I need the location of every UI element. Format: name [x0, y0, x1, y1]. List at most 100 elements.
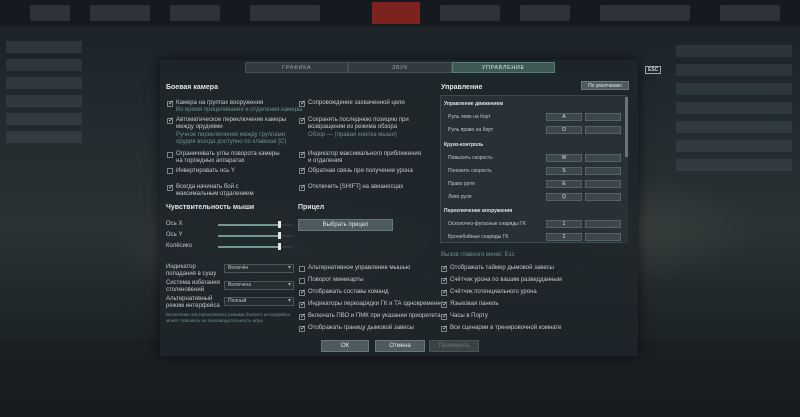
select-crosshair-button[interactable]: Выбрать прицел [298, 219, 393, 231]
camera-header: Боевая камера [166, 84, 218, 91]
group-weapons-title: Переключение вооружения [444, 208, 513, 214]
checkbox-training-scenarios[interactable] [441, 324, 448, 332]
tab-graphics[interactable]: ГРАФИКА [245, 62, 349, 73]
ok-button[interactable]: ОК [321, 340, 369, 352]
label-reload-indicators: Индикаторы перезарядки ГК и ТА одновреме… [308, 301, 444, 307]
bind-key-right-rudder[interactable]: D [546, 126, 582, 134]
label-smoke-timer: Отображать таймер дымовой завесы [450, 265, 554, 271]
checkbox-camera-weapon-groups[interactable] [167, 99, 174, 107]
main-menu-key-label: Вызов главного меню: Esc [441, 252, 515, 258]
bind-key-speed-down[interactable]: S [546, 167, 582, 175]
bind-key-he-shells[interactable]: 1 [546, 220, 582, 228]
dropdown-label-collision: Система избегания столкновений [166, 280, 220, 293]
checkbox-team-lists[interactable] [299, 288, 306, 296]
checkbox-track-target[interactable] [299, 99, 306, 107]
label-smoke-border: Отображать границу дымовой завесы [308, 325, 414, 331]
bind-key-ap-shells-alt[interactable] [585, 233, 621, 241]
label-minimap-rotation: Поворот миникарты [308, 277, 364, 283]
checkbox-port-clock[interactable] [441, 312, 448, 320]
bind-key-right-rudder-alt[interactable] [585, 126, 621, 134]
crosshair-header: Прицел [298, 204, 325, 211]
bind-label-starboard: Право руля [448, 181, 475, 187]
cancel-button[interactable]: Отмена [375, 340, 425, 352]
bind-key-speed-down-alt[interactable] [585, 167, 621, 175]
checkbox-minimap-rotation[interactable] [299, 278, 305, 284]
bind-key-speed-up[interactable]: W [546, 154, 582, 162]
controls-header: Управление [441, 84, 483, 91]
label-camera-weapon-groups: Камера на группах вооружения [176, 100, 264, 106]
label-max-zoom-start: Всегда начинать бой с максимальным отдал… [176, 184, 254, 197]
tab-sound[interactable]: ЗВУК [348, 62, 452, 73]
dropdown-collision[interactable]: Включена [224, 281, 294, 290]
sub-save-camera-position: Обзор — (правая кнопка мыши) [308, 132, 397, 138]
checkbox-potential-damage[interactable] [441, 288, 448, 296]
slider-y-handle[interactable] [278, 232, 281, 239]
label-disable-shift-carriers: Отключить [SHIFT] на авианосцах [308, 184, 404, 190]
bind-key-ap-shells[interactable]: 2 [546, 233, 582, 241]
label-auto-camera-switch: Автоматическое переключение камеры между… [176, 117, 287, 130]
label-track-target: Сопровождение захваченной цели [308, 100, 405, 106]
right-panel [668, 38, 800, 198]
bind-key-port-alt[interactable] [585, 193, 621, 201]
label-spotting-damage: Счётчик урона по вашим разведданным [450, 277, 562, 283]
bind-label-port: Лево руля [448, 194, 472, 200]
reset-default-button[interactable]: По умолчанию [581, 81, 629, 90]
checkbox-zoom-indicator[interactable] [299, 150, 306, 158]
slider-wheel-handle[interactable] [278, 243, 281, 250]
slider-y-track [279, 235, 293, 237]
bind-label-speed-up: Повысить скорость [448, 155, 493, 161]
top-bar [0, 0, 800, 26]
slider-wheel-label: Колёсико [166, 243, 192, 249]
label-language-bar: Языковая панель [450, 301, 499, 307]
checkbox-spotting-damage[interactable] [441, 276, 448, 284]
bind-label-left-rudder: Руль лево на борт [448, 114, 491, 120]
checkbox-limit-torpedo-camera[interactable] [167, 152, 173, 158]
checkbox-aa-priority[interactable] [299, 312, 306, 320]
checkbox-disable-shift-carriers[interactable] [299, 183, 306, 191]
checkbox-language-bar[interactable] [441, 300, 448, 308]
slider-x-fill [218, 224, 279, 226]
keybinding-scrollbar[interactable] [625, 95, 628, 243]
slider-wheel-fill [218, 246, 279, 248]
label-training-scenarios: Все сценарии в тренировочной комнате [450, 325, 562, 331]
bind-key-left-rudder[interactable]: A [546, 113, 582, 121]
bind-key-left-rudder-alt[interactable] [585, 113, 621, 121]
checkbox-auto-camera-switch[interactable] [167, 116, 174, 124]
checkbox-save-camera-position[interactable] [299, 116, 306, 124]
mouse-sensitivity-header: Чувствительность мыши [166, 204, 255, 211]
apply-button[interactable]: Применить [429, 340, 479, 352]
checkbox-smoke-timer[interactable] [441, 264, 448, 272]
bind-key-starboard[interactable]: E [546, 180, 582, 188]
checkbox-smoke-border[interactable] [299, 324, 306, 332]
esc-close-badge[interactable]: ESC [645, 66, 662, 74]
settings-tabs: ГРАФИКА ЗВУК УПРАВЛЕНИЕ [245, 62, 555, 73]
checkbox-reload-indicators[interactable] [299, 300, 306, 308]
checkbox-damage-feedback[interactable] [299, 166, 306, 174]
left-panel [0, 35, 88, 185]
bind-label-he-shells: Осколочно-фугасные снаряды ГК [448, 221, 526, 227]
slider-y-fill [218, 235, 279, 237]
checkbox-alt-mouse[interactable] [299, 266, 305, 272]
slider-wheel-track [279, 246, 293, 248]
bind-label-speed-down: Понизить скорость [448, 168, 492, 174]
sub-camera-weapon-groups: Во время прицеливания и отделения камеры [176, 107, 303, 113]
bind-key-starboard-alt[interactable] [585, 180, 621, 188]
label-aa-priority: Включать ПВО и ПМК при указании приорите… [308, 313, 441, 319]
label-save-camera-position: Сохранять последнюю позицию при возвраще… [308, 117, 409, 130]
group-movement-title: Управление движением [444, 101, 504, 107]
bind-key-he-shells-alt[interactable] [585, 220, 621, 228]
label-alt-mouse: Альтернативное управление мышью [308, 265, 411, 271]
checkbox-max-zoom-start[interactable] [167, 183, 174, 191]
group-cruise-title: Круиз-контроль [444, 142, 484, 148]
label-zoom-indicator: Индикатор максимального приближения и от… [308, 151, 421, 164]
dropdown-alt-interface[interactable]: Полный [224, 297, 294, 306]
dropdown-land-hit[interactable]: Включён [224, 264, 294, 273]
checkbox-invert-y[interactable] [167, 168, 173, 174]
label-damage-feedback: Обратная связь при получении урона [308, 168, 413, 174]
label-limit-torpedo-camera: Ограничивать углы поворота камеры на тор… [176, 151, 280, 164]
bind-key-port[interactable]: Q [546, 193, 582, 201]
slider-x-handle[interactable] [278, 221, 281, 228]
tab-controls[interactable]: УПРАВЛЕНИЕ [451, 62, 555, 73]
bind-label-ap-shells: Бронебойные снаряды ГК [448, 234, 509, 240]
bind-key-speed-up-alt[interactable] [585, 154, 621, 162]
